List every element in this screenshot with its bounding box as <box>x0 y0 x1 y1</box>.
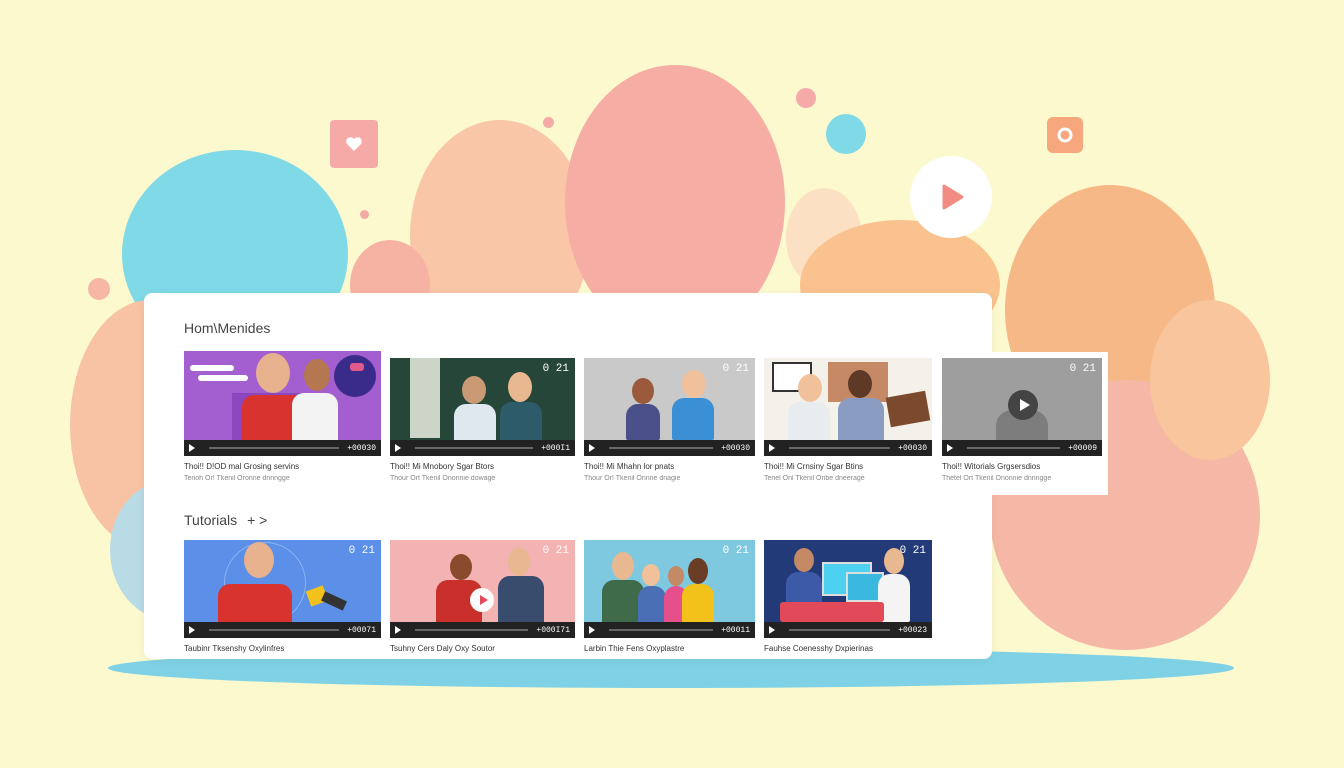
video-badge: 0 21 <box>722 363 749 375</box>
video-badge: 0 21 <box>1069 363 1096 375</box>
progress-bar[interactable] <box>789 629 891 631</box>
video-title[interactable]: Thoi!! Mi Mhahn lor pnats <box>584 462 755 471</box>
play-icon[interactable] <box>395 444 401 452</box>
video-duration: +000I71 <box>536 625 570 635</box>
video-title[interactable]: Taubinr Tksenshy Oxylinfres <box>184 644 381 653</box>
video-duration: +00030 <box>898 443 927 453</box>
video-card[interactable]: 0 21 +000I71 Tsuhny Cers Daly Oxy Soutor <box>390 540 575 653</box>
video-controls: +00009 <box>942 440 1102 456</box>
video-duration: +00030 <box>347 443 376 453</box>
blob-peach-right <box>1150 300 1270 460</box>
play-icon[interactable] <box>470 588 494 612</box>
video-controls: +00030 <box>584 440 755 456</box>
video-card[interactable]: 0 21 +000I1 Thoi!! Mi Mnobory Sgar Btors… <box>390 358 575 482</box>
video-duration: +00009 <box>1068 443 1097 453</box>
dot-pink <box>796 88 816 108</box>
video-card[interactable]: 0 21 +00071 Taubinr Tksenshy Oxylinfres <box>184 540 381 653</box>
video-thumbnail[interactable]: 0 21 +00071 <box>184 540 381 638</box>
video-thumbnail[interactable]: 0 21 +000I71 <box>390 540 575 638</box>
video-title[interactable]: Larbin Thie Fens Oxyplastre <box>584 644 755 653</box>
play-icon[interactable] <box>189 626 195 634</box>
video-meta: Tenoh Or! Tkenil Oronne dnnngge <box>184 475 290 482</box>
video-controls: +000I1 <box>390 440 575 456</box>
video-card[interactable]: +00030 Thoi!! D!OD mal Grosing servins T… <box>184 351 381 482</box>
section-title-home: Hom\Menides <box>184 320 271 336</box>
play-icon[interactable] <box>769 626 775 634</box>
video-thumbnail[interactable]: 0 21 +00023 <box>764 540 932 638</box>
progress-bar[interactable] <box>415 447 534 449</box>
video-thumbnail[interactable]: 0 21 +000I1 <box>390 358 575 456</box>
video-badge: 0 21 <box>348 545 375 557</box>
video-meta: Thour Or! Tkenil Onnne dnagie <box>584 475 681 482</box>
video-thumbnail[interactable]: +00030 <box>764 358 932 456</box>
dot-cyan <box>826 114 866 154</box>
progress-bar[interactable] <box>609 629 714 631</box>
video-badge: 0 21 <box>899 545 926 557</box>
progress-bar[interactable] <box>967 447 1061 449</box>
video-duration: +00011 <box>721 625 750 635</box>
video-title[interactable]: Thoi!! Mi Mnobory Sgar Btors <box>390 462 575 471</box>
play-icon[interactable] <box>395 626 401 634</box>
video-thumbnail[interactable]: 0 21 +00009 <box>942 358 1102 456</box>
video-controls: +00030 <box>184 440 381 456</box>
video-card[interactable]: 0 21 +00011 Larbin Thie Fens Oxyplastre <box>584 540 755 653</box>
video-card[interactable]: 0 21 +00009 Thoi!! Witorials Grgsersdios… <box>936 352 1108 495</box>
section-title-tutorials[interactable]: Tutorials + > <box>184 512 267 528</box>
video-title[interactable]: Tsuhny Cers Daly Oxy Soutor <box>390 644 575 653</box>
video-title[interactable]: Thoi!! D!OD mal Grosing servins <box>184 462 381 471</box>
video-card[interactable]: 0 21 +00023 Fauhse Coenesshy Dxpierinas <box>764 540 932 653</box>
play-icon[interactable] <box>769 444 775 452</box>
dot-pink-tiny <box>360 210 369 219</box>
video-meta: Thetel Ort Tkenil Ononnie dnnngge <box>942 475 1052 482</box>
play-icon[interactable] <box>1008 390 1038 420</box>
video-badge: 0 21 <box>542 363 569 375</box>
play-icon[interactable] <box>589 626 595 634</box>
video-controls: +00023 <box>764 622 932 638</box>
video-badge: 0 21 <box>722 545 749 557</box>
video-meta: Tenel Onl Tkenil Onbe dneerage <box>764 475 865 482</box>
video-duration: +00071 <box>347 625 376 635</box>
video-meta: Thour Ort Tkenil Ononnie dowage <box>390 475 496 482</box>
video-duration: +00023 <box>898 625 927 635</box>
progress-bar[interactable] <box>415 629 529 631</box>
video-thumbnail[interactable]: +00030 <box>184 351 381 456</box>
video-title[interactable]: Thoi!! Witorials Grgsersdios <box>942 462 1102 471</box>
video-thumbnail[interactable]: 0 21 +00011 <box>584 540 755 638</box>
video-controls: +00071 <box>184 622 381 638</box>
play-icon[interactable] <box>947 444 953 452</box>
progress-bar[interactable] <box>209 447 340 449</box>
play-icon[interactable] <box>589 444 595 452</box>
video-badge: 0 21 <box>542 545 569 557</box>
progress-bar[interactable] <box>209 629 340 631</box>
video-controls: +000I71 <box>390 622 575 638</box>
video-thumbnail[interactable]: 0 21 +00030 <box>584 358 755 456</box>
camera-icon <box>1047 117 1083 153</box>
progress-bar[interactable] <box>789 447 891 449</box>
dot-pink-left <box>88 278 110 300</box>
video-duration: +00030 <box>721 443 750 453</box>
video-title[interactable]: Thoi!! Mi Crnsiny Sgar Btins <box>764 462 932 471</box>
section-title-text: Tutorials <box>184 512 238 528</box>
progress-bar[interactable] <box>609 447 714 449</box>
video-title[interactable]: Fauhse Coenesshy Dxpierinas <box>764 644 932 653</box>
dot-pink-small <box>543 117 554 128</box>
video-card[interactable]: 0 21 +00030 Thoi!! Mi Mhahn lor pnats Th… <box>584 358 755 482</box>
video-card[interactable]: +00030 Thoi!! Mi Crnsiny Sgar Btins Tene… <box>764 358 932 482</box>
see-more-arrow[interactable]: + > <box>247 512 267 528</box>
video-duration: +000I1 <box>541 443 570 453</box>
video-controls: +00011 <box>584 622 755 638</box>
play-icon <box>910 156 992 238</box>
heart-icon <box>330 120 378 168</box>
play-icon[interactable] <box>189 444 195 452</box>
video-controls: +00030 <box>764 440 932 456</box>
